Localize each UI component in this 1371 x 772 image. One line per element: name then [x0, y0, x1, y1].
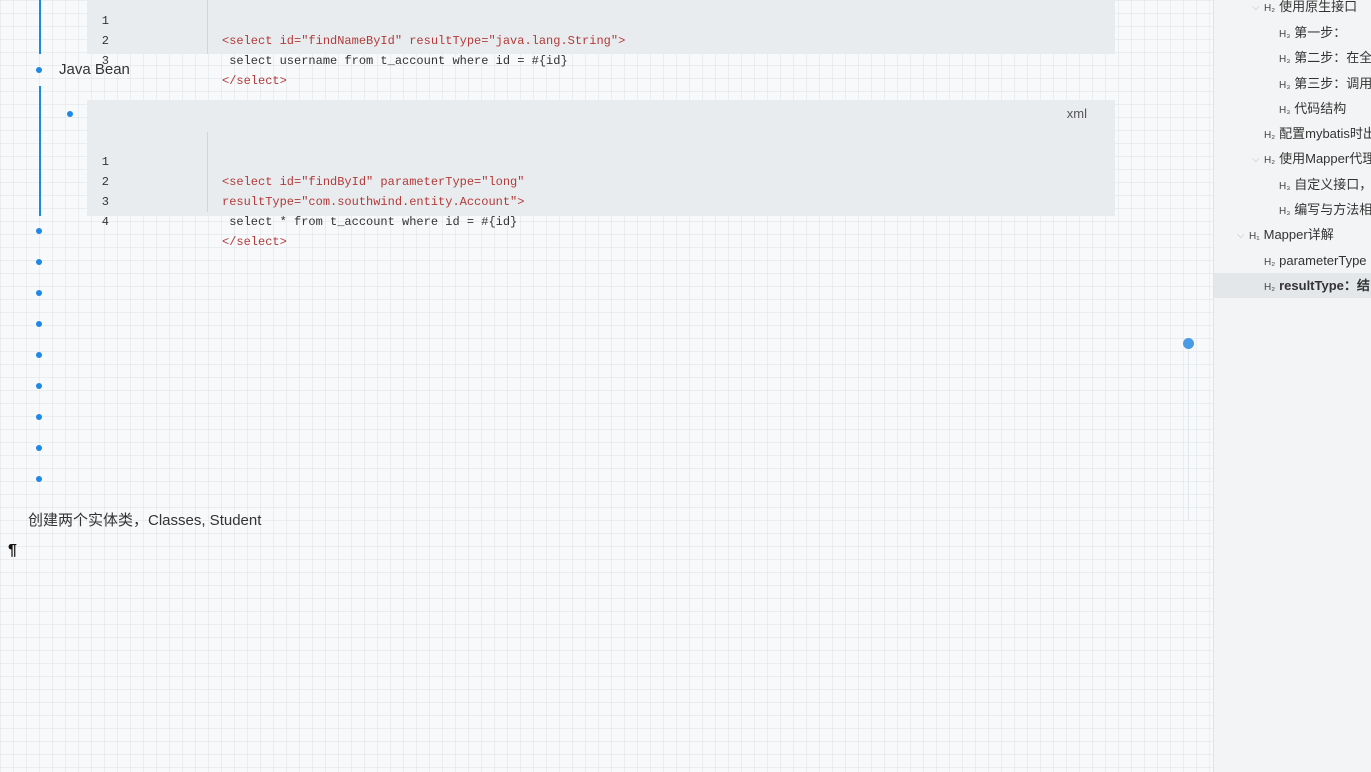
empty-list-bullet — [36, 383, 42, 389]
pilcrow-icon: ¶ — [8, 542, 17, 559]
toc-item[interactable]: H₂ 配置mybatis时出 — [1214, 121, 1371, 146]
toc-item[interactable]: H₁ Mapper详解 — [1214, 222, 1371, 247]
code-gutter-divider — [207, 132, 208, 212]
list-bullet — [67, 111, 73, 117]
outline-sidebar[interactable]: ⌵ H₂ 使用原生接口 H₃ 第一步： H₃ 第二步：在全 H₃ 第三步：调用 H₃ 代码… — [1213, 0, 1371, 772]
code-line: 1 <select id="findNameById" resultType="… — [87, 0, 625, 48]
toc-item[interactable]: H₂ 使用Mapper代理 — [1214, 146, 1371, 171]
heading-level: H₁ — [1249, 231, 1260, 242]
toc-item-text: 编写与方法相 — [1294, 202, 1371, 217]
toc-item-text: 第一步： — [1294, 25, 1347, 40]
toc-item[interactable]: H₃ 代码结构 — [1214, 96, 1371, 121]
code-text: <select id="findNameById" resultType="ja… — [222, 34, 626, 48]
code-gutter-divider — [207, 0, 208, 54]
toc-item[interactable]: H₃ 第二步：在全 — [1214, 45, 1371, 70]
toc-item-text: 使用Mapper代理 — [1279, 151, 1371, 166]
code-text: </select> — [222, 235, 287, 249]
empty-list-bullet — [36, 476, 42, 482]
heading-level: H₂ — [1264, 282, 1276, 293]
heading-level: H₃ — [1279, 181, 1291, 192]
heading-level: H₂ — [1264, 155, 1276, 166]
heading-level: H₃ — [1279, 54, 1291, 65]
empty-list-bullet — [36, 414, 42, 420]
editor-pane[interactable]: 1 <select id="findNameById" resultType="… — [0, 0, 1213, 772]
toc-item[interactable]: H₃ 编写与方法相 — [1214, 197, 1371, 222]
toc-item-active[interactable]: H₂ resultType：结 — [1214, 273, 1371, 298]
toc-item[interactable]: H₂ parameterType — [1214, 248, 1371, 273]
empty-list-bullet — [36, 321, 42, 327]
list-bullet — [36, 67, 42, 73]
heading-level: H₂ — [1264, 257, 1276, 268]
code-line: 3 select * from t_account where id = #{i… — [87, 172, 517, 229]
heading-level: H₃ — [1279, 206, 1291, 217]
toc-item-text: 第二步：在全 — [1294, 50, 1371, 65]
code-line: 2 resultType="com.southwind.entity.Accou… — [87, 152, 525, 209]
heading-level: H₂ — [1264, 130, 1276, 141]
code-text: resultType="com.southwind.entity.Account… — [222, 195, 525, 209]
toc-item[interactable]: H₂ 使用原生接口 — [1214, 0, 1371, 19]
scroll-track[interactable] — [1188, 343, 1189, 521]
empty-list-bullet — [36, 290, 42, 296]
empty-list-bullet — [36, 352, 42, 358]
toc-item-text: 配置mybatis时出 — [1279, 126, 1371, 141]
code-text: select * from t_account where id = #{id} — [222, 215, 518, 229]
toc-item[interactable]: H₃ 自定义接口， — [1214, 172, 1371, 197]
code-block[interactable]: xml 1 <select id="findById" parameterTyp… — [87, 100, 1115, 249]
heading-level: H₃ — [1279, 80, 1291, 91]
toc-item-text: parameterType — [1279, 253, 1367, 268]
code-text: <select id="findById" parameterType="lon… — [222, 175, 525, 189]
list-guide-line — [39, 86, 41, 216]
code-line: 1 <select id="findById" parameterType="l… — [87, 132, 525, 189]
heading-level: H₂ — [1264, 3, 1276, 14]
code-line: 3 </select> — [87, 31, 287, 88]
code-line: 4 </select> — [87, 192, 287, 249]
toc-item[interactable]: H₃ 第三步：调用 — [1214, 71, 1371, 96]
heading-level: H₃ — [1279, 29, 1291, 40]
empty-list-bullet — [36, 259, 42, 265]
code-line: 2 select username from t_account where i… — [87, 11, 568, 68]
heading-level: H₃ — [1279, 105, 1291, 116]
list-item-text: Java Bean — [59, 61, 130, 78]
toc-item-text: Mapper详解 — [1263, 227, 1334, 242]
toc-item-text: 使用原生接口 — [1279, 0, 1358, 14]
toc-item[interactable]: H₃ 第一步： — [1214, 20, 1371, 45]
code-text: </select> — [222, 74, 287, 88]
toc-item-text: 代码结构 — [1294, 101, 1347, 116]
empty-list-bullet — [36, 445, 42, 451]
empty-list-bullet — [36, 228, 42, 234]
code-language-label[interactable]: xml — [1067, 106, 1087, 121]
toc-item-text: 第三步：调用 — [1294, 76, 1371, 91]
code-block[interactable]: 1 <select id="findNameById" resultType="… — [87, 0, 1115, 88]
line-number: 4 — [101, 215, 109, 229]
toc-item-text: resultType：结 — [1279, 278, 1370, 293]
paragraph-text: 创建两个实体类，Classes, Student — [28, 512, 262, 529]
toc-item-text: 自定义接口， — [1294, 177, 1371, 192]
code-text: select username from t_account where id … — [222, 54, 568, 68]
scroll-handle[interactable] — [1183, 338, 1194, 349]
list-guide-line — [39, 0, 41, 54]
